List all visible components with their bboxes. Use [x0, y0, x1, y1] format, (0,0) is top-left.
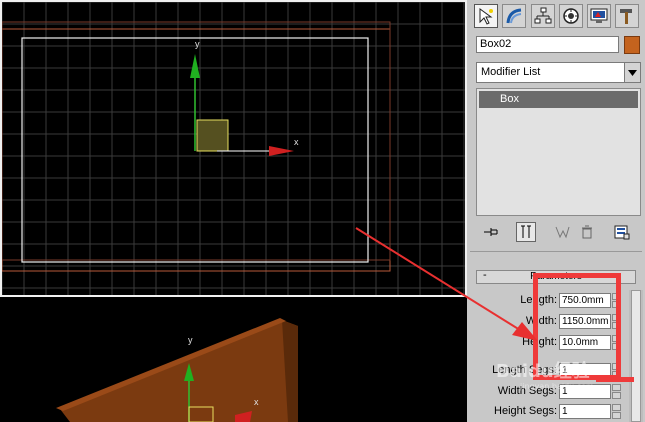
height-segs-spinner[interactable]	[612, 404, 621, 419]
object-name-field[interactable]: Box02	[476, 36, 619, 53]
gizmo-y-arrow	[190, 54, 200, 78]
gizmo-x-arrow	[269, 146, 294, 156]
trash-icon	[582, 225, 592, 239]
select-icon	[479, 8, 493, 25]
end-result-icon	[521, 225, 531, 238]
tab-motion[interactable]	[559, 4, 583, 28]
display-icon	[590, 8, 608, 23]
modifier-stack[interactable]: Box	[476, 88, 641, 216]
modifier-list-dropdown[interactable]: Modifier List	[476, 62, 641, 83]
persp-axis-label-y: y	[188, 335, 193, 345]
tab-modify[interactable]	[502, 4, 526, 28]
curve-icon	[506, 8, 522, 24]
top-viewport[interactable]: y x	[0, 0, 467, 297]
top-viewport-canvas[interactable]	[2, 2, 465, 295]
show-end-result-button[interactable]	[516, 222, 536, 242]
height-segs-field[interactable]: 1	[559, 404, 611, 419]
tab-hierarchy[interactable]	[531, 4, 555, 28]
utilities-hammer-icon	[620, 9, 632, 24]
width-segs-spinner[interactable]	[612, 384, 621, 399]
persp-axis-label-x: x	[254, 397, 259, 407]
highlight-box-tail	[596, 377, 634, 382]
tab-utilities[interactable]	[615, 4, 639, 28]
chevron-down-icon[interactable]	[624, 63, 640, 82]
panel-scrollbar[interactable]	[629, 290, 643, 422]
hierarchy-icon	[534, 7, 552, 24]
axis-label-y: y	[195, 39, 200, 49]
watermark: Baidu经验	[496, 361, 590, 382]
configure-icon	[614, 225, 630, 240]
panel-divider	[470, 251, 642, 252]
stack-item-box[interactable]: Box	[479, 91, 638, 108]
motion-icon	[563, 8, 579, 24]
height-segs-label: Height Segs:	[494, 405, 557, 417]
pin-stack-button[interactable]	[481, 222, 501, 242]
box-object-face	[60, 320, 298, 422]
scrollbar-thumb[interactable]	[631, 290, 641, 422]
axis-label-x: x	[294, 137, 299, 147]
tab-display[interactable]	[587, 4, 611, 28]
watermark-url: jingyan.baidu.com	[520, 382, 594, 391]
viewport-grid	[2, 2, 465, 295]
perspective-viewport[interactable]: y x	[0, 299, 467, 422]
perspective-viewport-canvas[interactable]	[0, 299, 467, 422]
modifier-list-label: Modifier List	[481, 66, 541, 78]
tab-create[interactable]	[474, 4, 498, 28]
object-color-swatch[interactable]	[624, 36, 640, 54]
pin-icon	[484, 228, 498, 236]
remove-modifier-button[interactable]	[577, 222, 597, 242]
configure-modifier-sets-button[interactable]	[612, 222, 632, 242]
box-object-top	[196, 119, 229, 152]
make-unique-button[interactable]	[552, 222, 572, 242]
make-unique-icon	[555, 226, 570, 239]
